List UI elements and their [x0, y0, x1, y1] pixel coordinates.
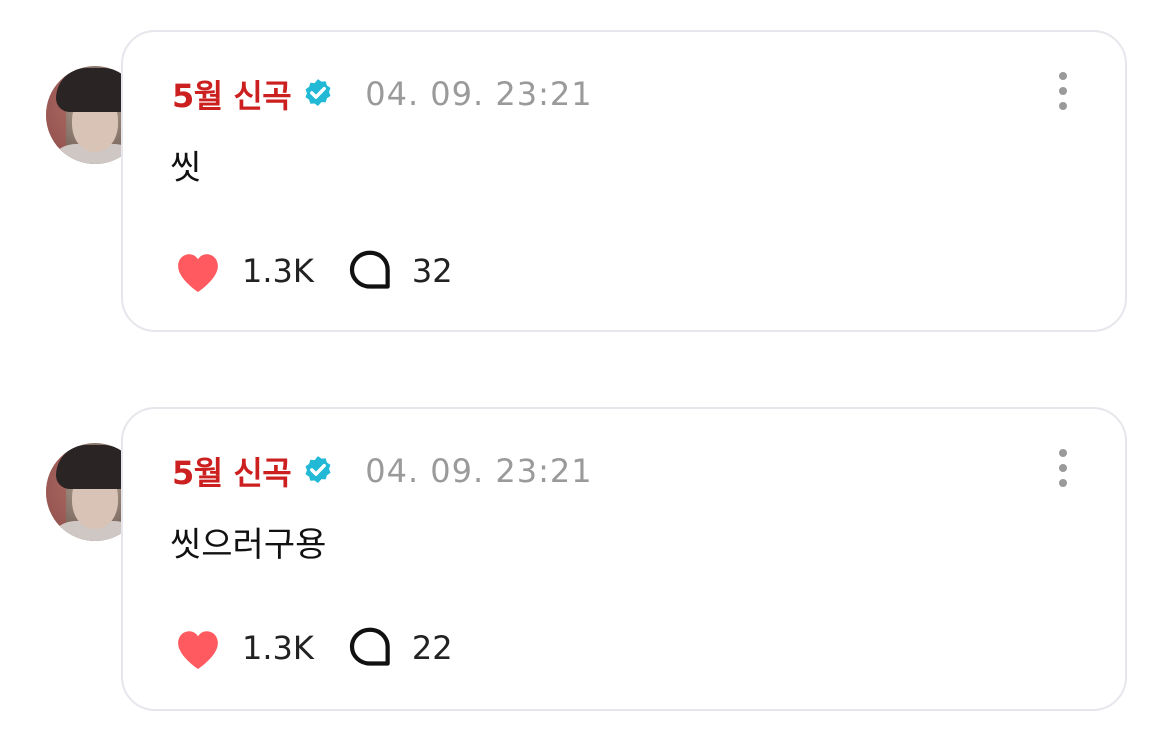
post-actions: 1.3K 32 — [172, 248, 453, 294]
like-count: 1.3K — [242, 252, 314, 290]
post-timestamp: 04. 09. 23:21 — [365, 452, 593, 490]
comment-bubble-icon[interactable] — [346, 248, 394, 294]
comment-count: 22 — [411, 629, 453, 667]
verified-badge-icon — [305, 79, 331, 107]
like-count: 1.3K — [242, 629, 314, 667]
comment-bubble-icon[interactable] — [346, 625, 394, 671]
post-text: 씻으러구용 — [170, 525, 327, 565]
more-vertical-icon[interactable] — [1057, 72, 1069, 114]
author-name[interactable]: 5월 신곡 — [172, 448, 292, 494]
comment-count: 32 — [411, 252, 453, 290]
heart-icon[interactable] — [172, 625, 224, 671]
post-timestamp: 04. 09. 23:21 — [365, 75, 593, 113]
verified-badge-icon — [305, 456, 331, 484]
post-card[interactable]: 5월 신곡 04. 09. 23:21 씻 1.3K 32 — [121, 30, 1127, 332]
author-name[interactable]: 5월 신곡 — [172, 71, 292, 117]
post-text: 씻 — [170, 148, 202, 188]
post-header: 5월 신곡 04. 09. 23:21 — [172, 449, 593, 493]
heart-icon[interactable] — [172, 248, 224, 294]
post-card[interactable]: 5월 신곡 04. 09. 23:21 씻으러구용 1.3K 22 — [121, 407, 1127, 711]
post-actions: 1.3K 22 — [172, 625, 453, 671]
post-header: 5월 신곡 04. 09. 23:21 — [172, 72, 593, 116]
more-vertical-icon[interactable] — [1057, 449, 1069, 491]
post-feed: 5월 신곡 04. 09. 23:21 씻 1.3K 32 5월 신곡 04. … — [0, 0, 1166, 755]
